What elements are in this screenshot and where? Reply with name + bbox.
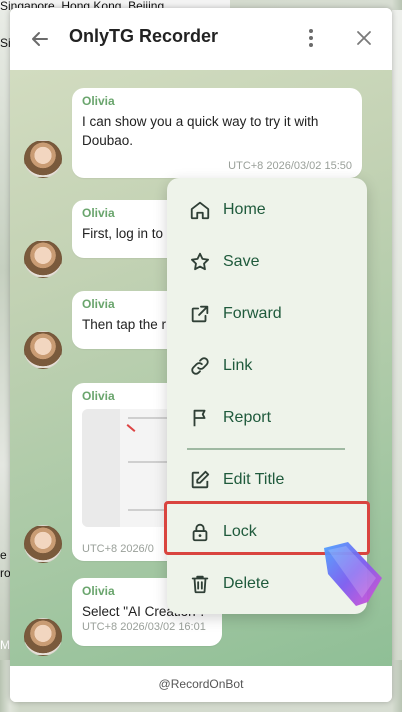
message-sender: Olivia xyxy=(82,94,115,108)
menu-item-label: Link xyxy=(223,357,253,374)
page-title: OnlyTG Recorder xyxy=(69,26,219,46)
more-vertical-icon xyxy=(309,29,313,47)
trash-icon xyxy=(191,575,209,594)
menu-item-label: Home xyxy=(223,201,266,218)
menu-item-label: Lock xyxy=(223,523,257,540)
menu-item-forward[interactable]: Forward xyxy=(167,292,367,336)
menu-item-label: Edit Title xyxy=(223,471,285,488)
menu-item-label: Forward xyxy=(223,305,282,322)
more-options-button[interactable] xyxy=(301,26,321,50)
avatar[interactable] xyxy=(24,525,62,563)
close-icon xyxy=(357,31,371,45)
message-text: I can show you a quick way to try it wit… xyxy=(82,114,319,148)
menu-item-home[interactable]: Home xyxy=(167,188,367,232)
message-timestamp: UTC+8 2026/03/02 15:50 xyxy=(228,160,352,172)
menu-item-edit-title[interactable]: Edit Title xyxy=(167,458,367,502)
title-bar: OnlyTG Recorder xyxy=(10,8,392,70)
menu-item-label: Delete xyxy=(223,575,270,592)
message-timestamp: UTC+8 2026/03/02 16:01 xyxy=(82,621,206,633)
background-left-strip: Si e ro M xyxy=(0,10,11,660)
avatar[interactable] xyxy=(24,618,62,656)
home-icon xyxy=(190,201,210,220)
menu-item-label: Save xyxy=(223,253,260,270)
background-fragment: e xyxy=(0,548,7,562)
arrow-left-icon xyxy=(32,32,48,46)
back-button[interactable] xyxy=(28,27,52,51)
star-icon xyxy=(191,252,209,271)
close-button[interactable] xyxy=(352,26,376,50)
share-icon xyxy=(191,305,209,323)
lock-icon xyxy=(192,523,208,542)
menu-item-report[interactable]: Report xyxy=(167,396,367,440)
message-timestamp: UTC+8 2026/0 xyxy=(82,543,154,555)
menu-item-label: Report xyxy=(223,409,272,426)
flag-icon xyxy=(193,409,206,427)
footer-bot-handle: @RecordOnBot xyxy=(10,666,392,702)
link-icon xyxy=(191,357,209,375)
background-fragment: M xyxy=(0,638,10,652)
avatar[interactable] xyxy=(24,240,62,278)
avatar[interactable] xyxy=(24,331,62,369)
edit-icon xyxy=(191,470,210,489)
message-bubble[interactable]: Olivia I can show you a quick way to try… xyxy=(72,88,362,178)
background-right-strip xyxy=(392,10,402,660)
pointer-cursor-icon xyxy=(324,542,382,606)
avatar[interactable] xyxy=(24,140,62,178)
menu-divider xyxy=(187,448,345,450)
menu-item-save[interactable]: Save xyxy=(167,240,367,284)
menu-item-link[interactable]: Link xyxy=(167,344,367,388)
